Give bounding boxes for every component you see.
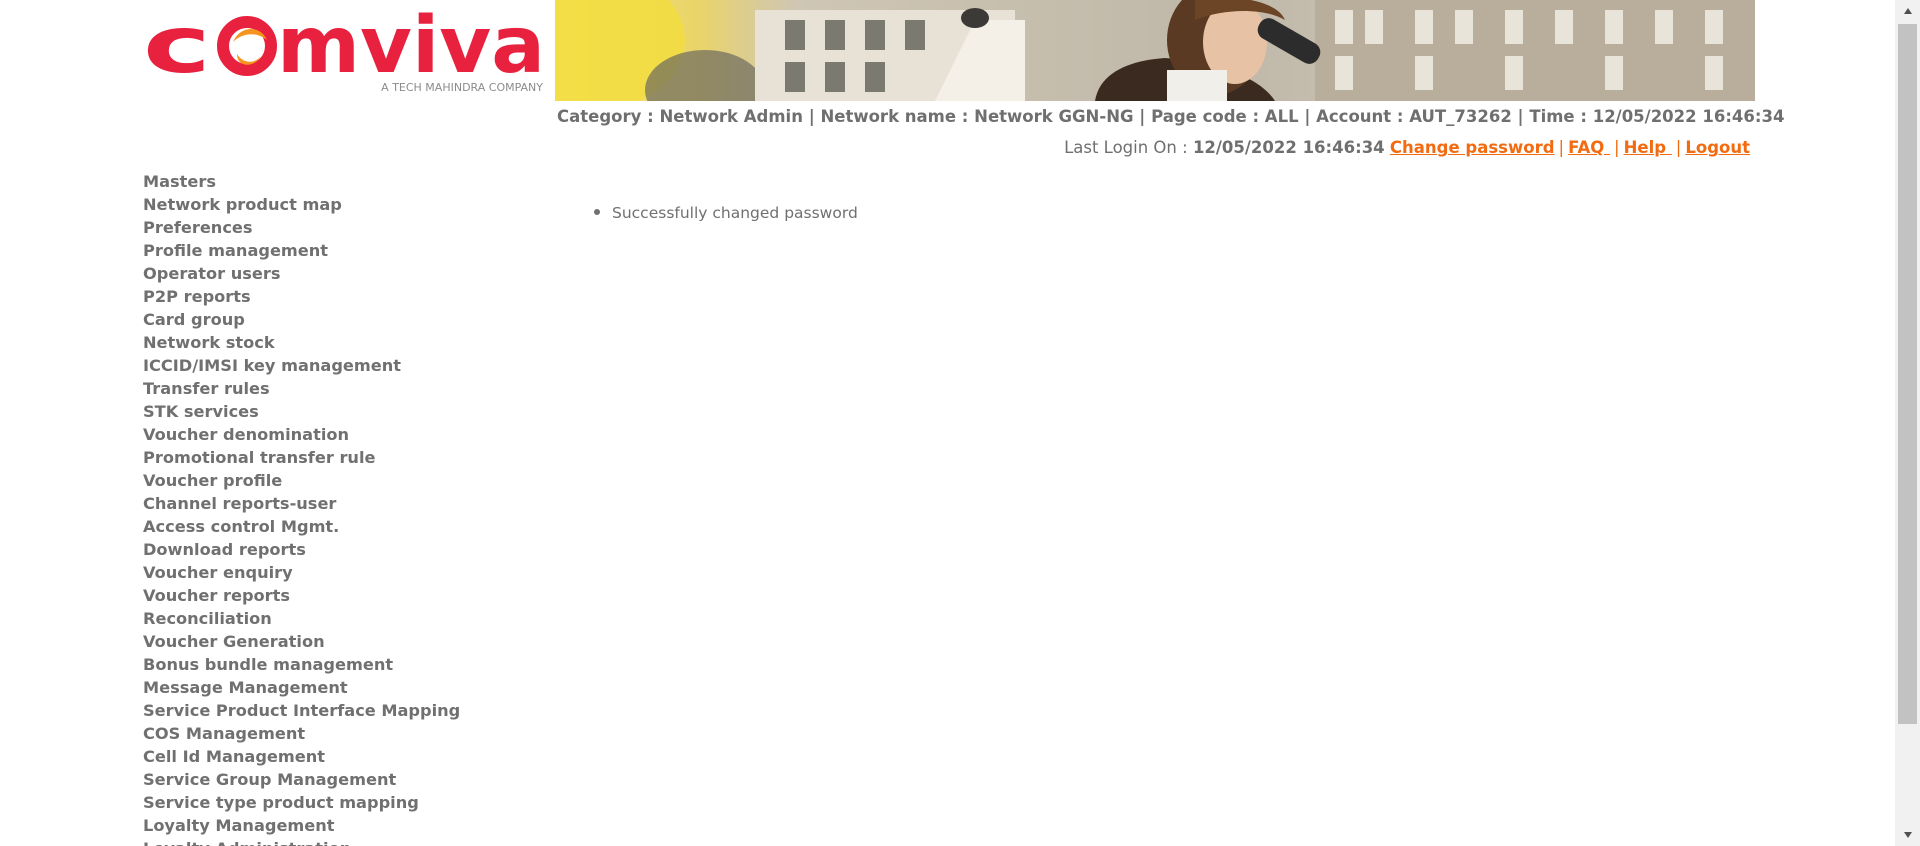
- sidebar-item-network-stock[interactable]: Network stock: [143, 331, 543, 354]
- sidebar-item-loyalty-administration[interactable]: Loyalty Administration: [143, 837, 543, 846]
- status-message-text: Successfully changed password: [612, 204, 858, 222]
- sidebar-item-masters[interactable]: Masters: [143, 170, 543, 193]
- header-banner-image: [555, 0, 1755, 101]
- sidebar-item-service-product-interface-mapping[interactable]: Service Product Interface Mapping: [143, 699, 543, 722]
- scroll-down-arrow-icon[interactable]: [1895, 824, 1920, 846]
- link-separator: |: [1558, 138, 1565, 157]
- svg-text:c: c: [143, 6, 211, 91]
- last-login-bar: Last Login On : 12/05/2022 16:46:34 Chan…: [1064, 138, 1750, 157]
- sidebar-item-preferences[interactable]: Preferences: [143, 216, 543, 239]
- link-separator: |: [1614, 138, 1620, 157]
- sidebar-item-operator-users[interactable]: Operator users: [143, 262, 543, 285]
- sidebar-item-voucher-reports[interactable]: Voucher reports: [143, 584, 543, 607]
- link-separator: |: [1675, 138, 1682, 157]
- sidebar-item-service-type-product-mapping[interactable]: Service type product mapping: [143, 791, 543, 814]
- sidebar-item-access-control-mgmt[interactable]: Access control Mgmt.: [143, 515, 543, 538]
- sidebar-item-service-group-management[interactable]: Service Group Management: [143, 768, 543, 791]
- svg-text:mviva: mviva: [277, 6, 545, 91]
- sidebar-item-cell-id-management[interactable]: Cell Id Management: [143, 745, 543, 768]
- last-login-label: Last Login On :: [1064, 138, 1193, 157]
- faq-link[interactable]: FAQ: [1568, 138, 1610, 157]
- comviva-logo: c mviva A TECH MAHINDRA COMPANY: [143, 6, 548, 96]
- session-info-bar: Category : Network Admin | Network name …: [557, 107, 1785, 126]
- logo-tagline: A TECH MAHINDRA COMPANY: [381, 81, 543, 94]
- help-link[interactable]: Help: [1624, 138, 1672, 157]
- vertical-scrollbar[interactable]: [1895, 0, 1920, 846]
- sidebar-item-promotional-transfer-rule[interactable]: Promotional transfer rule: [143, 446, 543, 469]
- sidebar-item-network-product-map[interactable]: Network product map: [143, 193, 543, 216]
- sidebar-item-voucher-generation[interactable]: Voucher Generation: [143, 630, 543, 653]
- sidebar-item-card-group[interactable]: Card group: [143, 308, 543, 331]
- scroll-up-arrow-icon[interactable]: [1895, 0, 1920, 22]
- sidebar-item-voucher-enquiry[interactable]: Voucher enquiry: [143, 561, 543, 584]
- sidebar-menu: Masters Network product map Preferences …: [143, 170, 543, 846]
- sidebar-item-stk-services[interactable]: STK services: [143, 400, 543, 423]
- bullet-icon: [594, 208, 600, 215]
- sidebar-item-profile-management[interactable]: Profile management: [143, 239, 543, 262]
- sidebar-item-reconciliation[interactable]: Reconciliation: [143, 607, 543, 630]
- sidebar-item-voucher-profile[interactable]: Voucher profile: [143, 469, 543, 492]
- sidebar-item-voucher-denomination[interactable]: Voucher denomination: [143, 423, 543, 446]
- sidebar-item-cos-management[interactable]: COS Management: [143, 722, 543, 745]
- status-message: Successfully changed password: [594, 204, 858, 222]
- last-login-value: 12/05/2022 16:46:34: [1192, 138, 1385, 157]
- sidebar-item-p2p-reports[interactable]: P2P reports: [143, 285, 543, 308]
- scrollbar-thumb[interactable]: [1898, 24, 1917, 724]
- sidebar-item-channel-reports-user[interactable]: Channel reports-user: [143, 492, 543, 515]
- sidebar-item-message-management[interactable]: Message Management: [143, 676, 543, 699]
- sidebar-item-iccid-imsi-key-management[interactable]: ICCID/IMSI key management: [143, 354, 543, 377]
- sidebar-item-download-reports[interactable]: Download reports: [143, 538, 543, 561]
- sidebar-item-transfer-rules[interactable]: Transfer rules: [143, 377, 543, 400]
- logout-link[interactable]: Logout: [1685, 138, 1750, 157]
- sidebar-item-bonus-bundle-management[interactable]: Bonus bundle management: [143, 653, 543, 676]
- page: c mviva A TECH MAHINDRA COMPANY Category…: [0, 0, 1920, 846]
- change-password-link[interactable]: Change password: [1390, 138, 1555, 157]
- sidebar-item-loyalty-management[interactable]: Loyalty Management: [143, 814, 543, 837]
